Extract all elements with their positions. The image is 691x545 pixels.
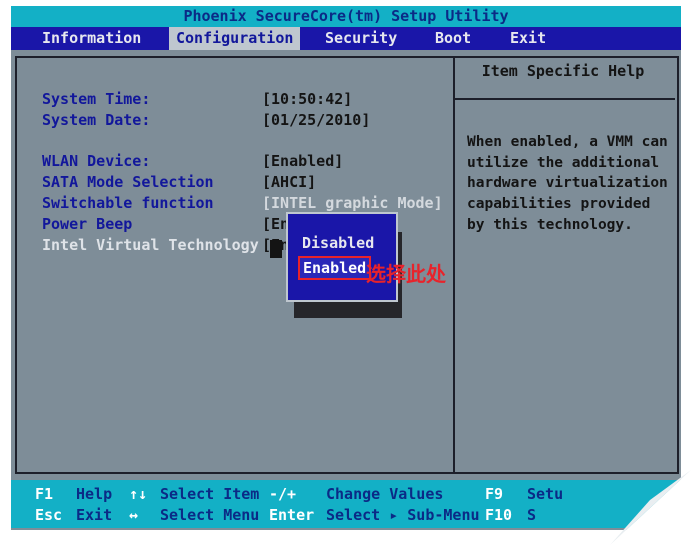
key-updown-desc: Select Item (160, 485, 260, 503)
key-leftright-desc: Select Menu (160, 506, 260, 524)
key-minus-plus: -/+ (269, 485, 297, 503)
annotation-select-here: 选择此处 (366, 262, 446, 286)
setting-value-system-date[interactable]: [01/25/2010] (262, 110, 370, 130)
menu-information[interactable]: Information (35, 27, 148, 50)
utility-title: Phoenix SecureCore(tm) Setup Utility (11, 6, 681, 27)
key-minus-plus-desc: Change Values (326, 485, 444, 503)
setting-label-switchable-function[interactable]: Switchable function (42, 193, 214, 213)
setting-value-wlan-device[interactable]: [Enabled] (262, 151, 343, 171)
setting-label-wlan-device[interactable]: WLAN Device: (42, 151, 150, 171)
key-f9-desc: Setu (527, 485, 564, 503)
bios-screen: Phoenix SecureCore(tm) Setup Utility Inf… (11, 6, 681, 530)
key-f10: F10 (485, 506, 513, 524)
key-help-bar: F1 Help ↑↓ Select Item -/+ Change Values… (11, 480, 681, 528)
page-curl-corner (610, 470, 691, 545)
value-popup: Disabled Enabled (286, 212, 398, 302)
setting-value-sata-mode[interactable]: [AHCI] (262, 172, 316, 192)
key-enter: Enter (269, 506, 315, 524)
key-enter-desc: Select ▸ Sub-Menu (326, 506, 480, 524)
key-esc-desc: Exit (76, 506, 113, 524)
key-updown: ↑↓ (129, 485, 148, 503)
menu-boot[interactable]: Boot (428, 27, 478, 50)
setting-label-power-beep[interactable]: Power Beep (42, 214, 132, 234)
setting-label-system-date[interactable]: System Date: (42, 110, 150, 130)
setting-value-system-time[interactable]: [10:50:42] (262, 89, 352, 109)
menu-configuration[interactable]: Configuration (169, 27, 301, 50)
setting-label-system-time[interactable]: System Time: (42, 89, 150, 109)
key-f1-desc: Help (76, 485, 113, 503)
key-f10-desc: S (527, 506, 537, 524)
setting-label-sata-mode[interactable]: SATA Mode Selection (42, 172, 214, 192)
popup-option-enabled[interactable]: Enabled (298, 256, 372, 280)
menu-security[interactable]: Security (318, 27, 404, 50)
menu-bar: Information Configuration Security Boot … (11, 27, 681, 50)
help-text: When enabled, a VMM can utilize the addi… (467, 134, 668, 233)
key-f9: F9 (485, 485, 504, 503)
setting-value-switchable-function: [INTEL graphic Mode] (262, 194, 443, 212)
key-leftright: ↔ (129, 506, 139, 524)
popup-option-disabled[interactable]: Disabled (302, 234, 374, 252)
key-esc: Esc (35, 506, 63, 524)
text-cursor (270, 240, 282, 258)
key-f1: F1 (35, 485, 54, 503)
help-header: Item Specific Help (481, 62, 645, 80)
help-divider (453, 56, 455, 474)
help-header-rule (455, 98, 675, 100)
menu-exit[interactable]: Exit (503, 27, 553, 50)
setting-label-intel-vt[interactable]: Intel Virtual Technology (42, 235, 259, 255)
